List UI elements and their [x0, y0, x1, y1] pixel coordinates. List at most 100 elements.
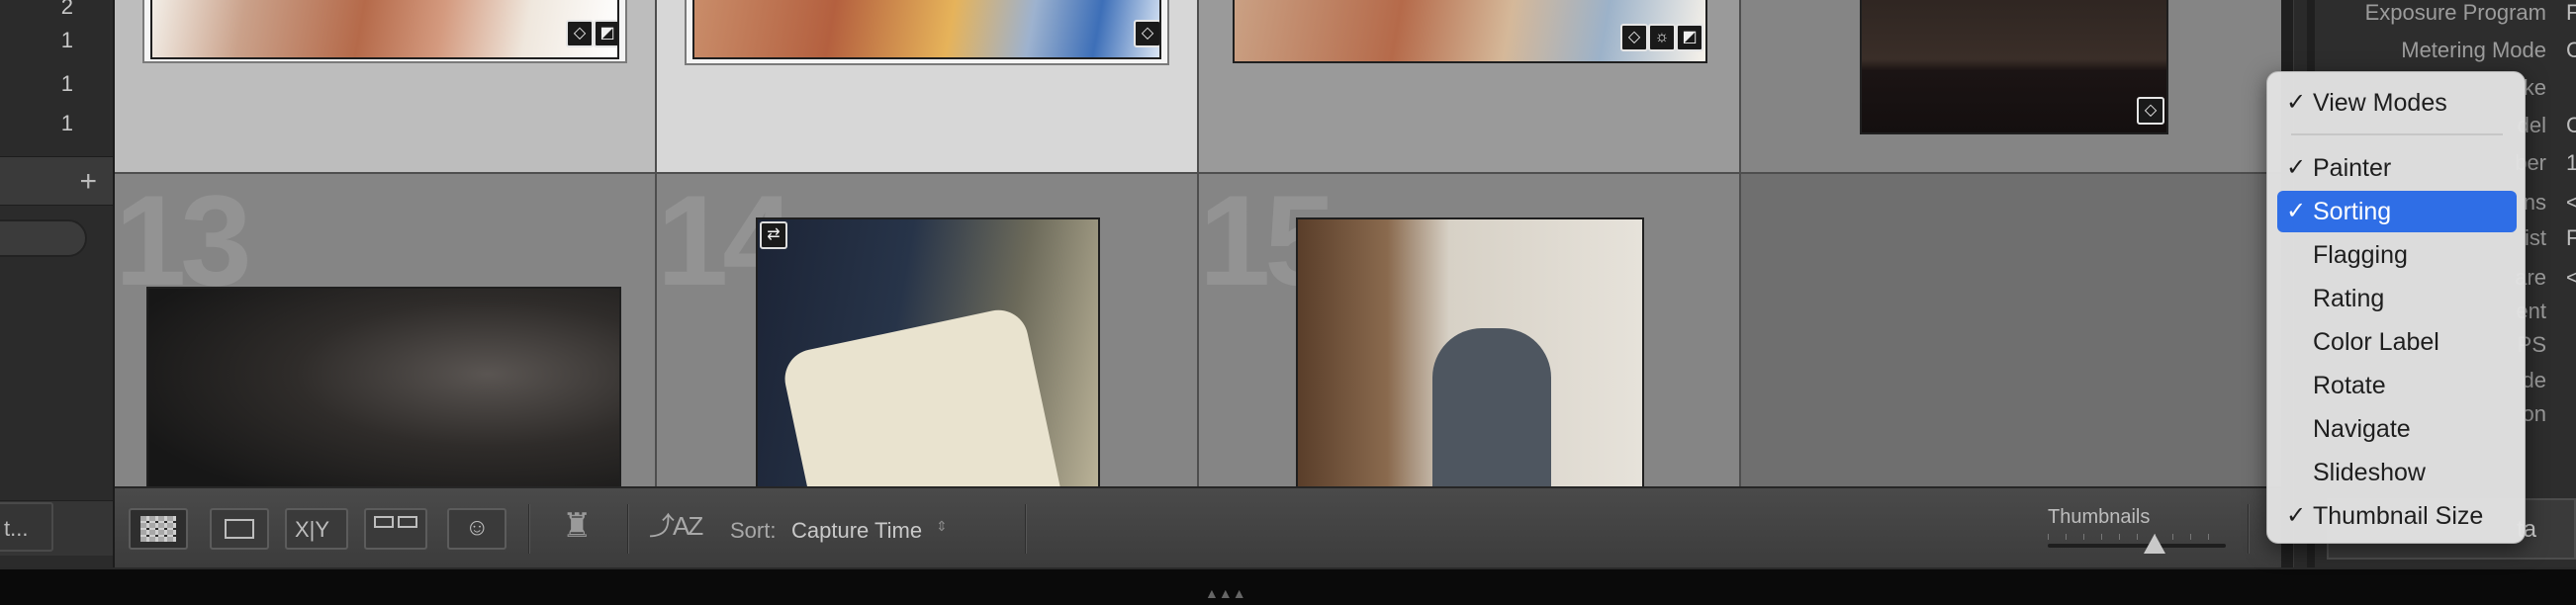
develop-icon: ◩ [1676, 24, 1703, 51]
metadata-label: Metering Mode [2401, 38, 2546, 62]
grid-cell[interactable]: 14 ⇄ [657, 174, 1199, 486]
menu-item-label: View Modes [2313, 89, 2447, 117]
menu-item-painter[interactable]: ✓ Painter [2277, 147, 2517, 189]
grid-cell-empty [1741, 174, 2281, 486]
slider-handle[interactable] [2144, 534, 2165, 554]
metadata-value: < [2566, 265, 2576, 290]
import-button[interactable]: t... [0, 502, 53, 552]
menu-item-label: Sorting [2313, 198, 2392, 225]
sort-dropdown[interactable]: Capture Time [791, 518, 922, 544]
menu-item-thumbnail-size[interactable]: ✓ Thumbnail Size [2277, 495, 2517, 537]
checkmark-icon: ✓ [2286, 89, 2307, 116]
menu-item-sorting[interactable]: ✓ Sorting [2277, 191, 2517, 232]
grid-cell[interactable]: ◇ ◩ [115, 0, 657, 174]
dog-figure [1432, 328, 1551, 486]
thumbnail-size-slider[interactable] [2048, 544, 2226, 548]
thumbnail-grid: ◇ ◩ ◇ ◇ ☼ ◩ ◇ 13 14 ⇄ 15 [115, 0, 2281, 486]
edit-icon: ◇ [566, 20, 594, 47]
photo-thumbnail[interactable] [146, 287, 621, 486]
photo-thumbnail[interactable]: ◇ [692, 0, 1161, 59]
folder-count: 1 [60, 28, 73, 52]
folder-count: 2 [60, 0, 73, 19]
metadata-label: de [2522, 368, 2546, 392]
photo-thumbnail[interactable]: ◇ ☼ ◩ [1233, 0, 1707, 63]
brightness-icon: ☼ [1648, 24, 1676, 51]
metadata-value: F [2566, 225, 2576, 250]
collections-header: + [0, 156, 113, 206]
grid-view-icon[interactable] [129, 508, 188, 550]
filmstrip-grip-icon[interactable]: ▲▲▲ [1205, 585, 1246, 601]
camera-body [779, 304, 1063, 486]
metadata-label: ist [2525, 225, 2546, 250]
grid-cell[interactable]: ◇ [657, 0, 1199, 174]
cell-number: 13 [115, 174, 252, 312]
menu-item-rotate[interactable]: Rotate [2277, 365, 2517, 406]
develop-icon: ◩ [594, 20, 617, 47]
loupe-view-icon[interactable] [210, 508, 269, 550]
metadata-label: on [2522, 401, 2546, 426]
toolbar-separator [2248, 504, 2250, 554]
painter-icon[interactable]: ♜ [562, 506, 592, 552]
grid-cell[interactable]: ◇ [1741, 0, 2281, 174]
toolbar-separator [627, 504, 629, 554]
menu-item-navigate[interactable]: Navigate [2277, 408, 2517, 450]
sort-label: Sort: [730, 518, 777, 543]
folder-count: 1 [60, 71, 73, 96]
metadata-value: < [2566, 190, 2576, 215]
metadata-value: C [2566, 38, 2576, 62]
sync-icon: ⇄ [760, 221, 787, 249]
filter-search-field[interactable] [0, 219, 87, 257]
chevron-updown-icon[interactable]: ⇕ [936, 518, 948, 535]
survey-view-icon[interactable] [364, 508, 427, 550]
metadata-label: ke [2523, 75, 2546, 100]
import-button-label: t... [4, 516, 29, 541]
filmstrip-edge [0, 567, 2576, 605]
toolbar-separator [1025, 504, 1027, 554]
menu-item-label: Painter [2313, 154, 2392, 182]
people-view-icon[interactable]: ☺ [447, 508, 506, 550]
metadata-value: 1 [2566, 150, 2576, 175]
metadata-value: C [2566, 113, 2576, 137]
sort-direction-icon[interactable]: ⤴AZ [649, 506, 703, 543]
menu-item-label: Navigate [2313, 415, 2411, 443]
checkmark-icon: ✓ [2286, 502, 2307, 529]
photo-thumbnail[interactable]: ◇ ◩ [150, 0, 619, 59]
menu-item-label: Slideshow [2313, 459, 2426, 486]
menu-item-color-label[interactable]: Color Label [2277, 321, 2517, 363]
menu-item-label: Thumbnail Size [2313, 502, 2484, 530]
toolbar-view-menu: ✓ View Modes ✓ Painter ✓ Sorting Flagging R… [2266, 71, 2526, 544]
photo-thumbnail[interactable]: ◇ [1860, 0, 2168, 134]
photo-thumbnail[interactable] [1296, 217, 1644, 486]
menu-item-label: Rotate [2313, 372, 2386, 399]
metadata-label: ns [2523, 190, 2546, 215]
checkmark-icon: ✓ [2286, 154, 2307, 181]
menu-item-rating[interactable]: Rating [2277, 278, 2517, 319]
thumbnails-label: Thumbnails [2048, 506, 2151, 528]
add-collection-icon[interactable]: + [79, 165, 97, 199]
photo-thumbnail[interactable]: ⇄ [756, 217, 1100, 486]
menu-item-flagging[interactable]: Flagging [2277, 234, 2517, 276]
survey-glyph [398, 516, 417, 528]
compare-view-icon[interactable]: X|Y [285, 508, 348, 550]
slider-ticks [2048, 534, 2226, 540]
toolbar-separator [528, 504, 530, 554]
menu-item-label: Flagging [2313, 241, 2408, 269]
metadata-value: F [2566, 0, 2576, 25]
menu-item-label: Rating [2313, 285, 2385, 312]
grid-cell[interactable]: 15 [1199, 174, 1741, 486]
checkmark-icon: ✓ [2286, 198, 2307, 224]
folder-count: 1 [60, 111, 73, 135]
metadata-label: Exposure Program [2364, 0, 2546, 25]
grid-cell[interactable]: 13 [115, 174, 657, 486]
edit-icon: ◇ [1620, 24, 1648, 51]
survey-glyph [374, 516, 394, 528]
menu-item-slideshow[interactable]: Slideshow [2277, 452, 2517, 493]
edit-icon: ◇ [1134, 20, 1159, 47]
library-toolbar: X|Y ☺ ♜ ⤴AZ Sort: Capture Time ⇕ Thumbna… [115, 486, 2281, 567]
menu-item-label: Color Label [2313, 328, 2439, 356]
grid-cell[interactable]: ◇ ☼ ◩ [1199, 0, 1741, 174]
grid-glyph [140, 516, 176, 542]
menu-item-view-modes[interactable]: ✓ View Modes [2277, 82, 2517, 124]
loupe-glyph [225, 519, 254, 539]
edit-icon: ◇ [2137, 97, 2164, 125]
